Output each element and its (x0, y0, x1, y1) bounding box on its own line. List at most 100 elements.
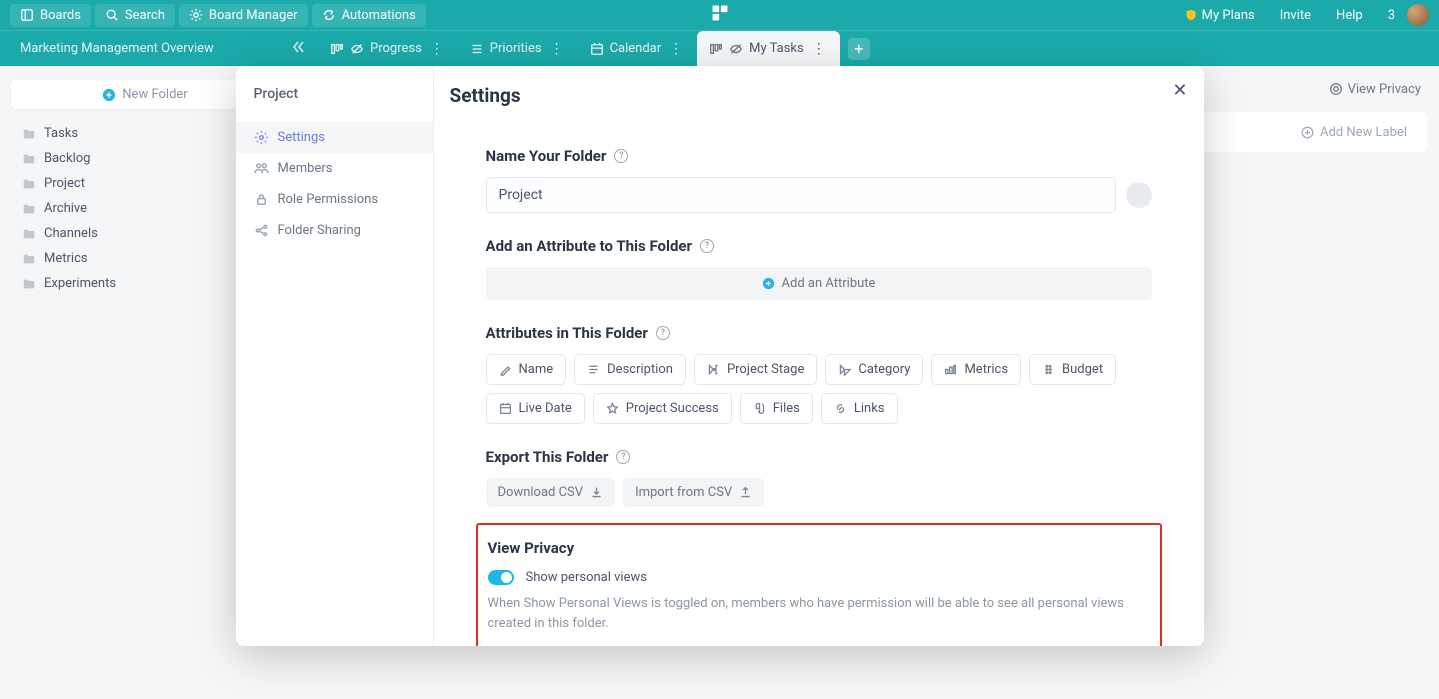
collapse-sidebar-icon[interactable] (290, 39, 306, 59)
lock-icon (254, 192, 269, 207)
section-add-attribute: Add an Attribute to This Folder ? Add an… (486, 237, 1152, 300)
view-privacy-label: View Privacy (1348, 82, 1421, 97)
search-icon (105, 8, 119, 22)
attr-label: Project Stage (727, 362, 804, 377)
attribute-chip[interactable]: Metrics (931, 354, 1021, 385)
tab-label: Calendar (610, 41, 662, 56)
folder-icon (22, 277, 36, 291)
tab-more-icon[interactable]: ⋮ (548, 41, 566, 57)
gear-icon (254, 130, 269, 145)
board-icon (709, 42, 723, 56)
attribute-chip[interactable]: Project Success (593, 393, 732, 424)
modal-content: Settings Name Your Folder ? A (434, 66, 1204, 646)
add-tab-button[interactable]: + (848, 38, 870, 60)
folder-label: Archive (44, 201, 87, 216)
attribute-chip[interactable]: Project Stage (694, 354, 817, 385)
download-csv-button[interactable]: Download CSV (486, 478, 616, 507)
board-manager-button[interactable]: Board Manager (179, 4, 308, 27)
nav-label: Members (278, 161, 333, 176)
plus-circle-icon (102, 88, 116, 102)
secondbar: Marketing Management Overview Progress ⋮… (0, 30, 1439, 66)
folder-name-input[interactable] (486, 177, 1116, 213)
modal-nav-folder-sharing[interactable]: Folder Sharing (236, 215, 433, 246)
attribute-chip[interactable]: Budget (1029, 354, 1116, 385)
folder-label: Project (44, 176, 85, 191)
tab-label: Priorities (490, 41, 542, 56)
boards-label: Boards (40, 8, 81, 23)
folder-label: Backlog (44, 151, 90, 166)
invite-button[interactable]: Invite (1267, 4, 1319, 27)
highlight-annotation: View Privacy Show personal views When Sh… (476, 523, 1162, 646)
attr-icon (753, 402, 766, 415)
folder-label: Metrics (44, 251, 88, 266)
folder-label: Experiments (44, 276, 116, 291)
section-view-privacy: View Privacy Show personal views When Sh… (488, 539, 1150, 633)
calendar-icon (590, 42, 604, 56)
section-title-text: Name Your Folder (486, 147, 607, 165)
add-attribute-button[interactable]: Add an Attribute (486, 267, 1152, 300)
my-plans-label: My Plans (1202, 8, 1255, 23)
tab-more-icon[interactable]: ⋮ (428, 41, 446, 57)
help-icon[interactable]: ? (656, 326, 670, 340)
nav-label: Folder Sharing (278, 223, 361, 238)
boards-button[interactable]: Boards (10, 4, 91, 27)
tab-calendar[interactable]: Calendar ⋮ (578, 31, 698, 67)
attr-label: Live Date (519, 401, 572, 416)
attribute-chip[interactable]: Name (486, 354, 567, 385)
list-icon (470, 42, 484, 56)
close-icon[interactable]: ✕ (1172, 80, 1187, 101)
toggle-label: Show personal views (525, 570, 646, 585)
search-button[interactable]: Search (95, 4, 175, 27)
help-icon[interactable]: ? (616, 450, 630, 464)
shield-icon (1185, 9, 1197, 21)
attr-icon (499, 363, 512, 376)
folder-icon (22, 177, 36, 191)
plus-circle-icon (762, 277, 775, 290)
invite-label: Invite (1280, 8, 1311, 23)
modal-nav-settings[interactable]: Settings (236, 122, 433, 153)
show-personal-views-toggle[interactable] (488, 570, 514, 585)
attribute-chip[interactable]: Category (825, 354, 923, 385)
attr-icon (838, 363, 851, 376)
help-icon[interactable]: ? (700, 239, 714, 253)
my-plans-button[interactable]: My Plans (1177, 4, 1263, 27)
help-button[interactable]: Help (1323, 4, 1371, 27)
folder-color-picker[interactable] (1126, 182, 1152, 208)
import-csv-button[interactable]: Import from CSV (623, 478, 764, 507)
attribute-chip[interactable]: Live Date (486, 393, 585, 424)
nav-label: Settings (278, 130, 325, 145)
attr-icon (499, 402, 512, 415)
folder-icon (22, 127, 36, 141)
avatar[interactable] (1407, 4, 1429, 26)
workspace-name: Marketing Management Overview (20, 41, 214, 56)
add-label-text: Add New Label (1320, 125, 1407, 140)
boards-icon (20, 8, 34, 22)
folder-icon (22, 227, 36, 241)
attr-label: Metrics (964, 362, 1008, 377)
add-attribute-label: Add an Attribute (782, 276, 876, 291)
folder-label: Channels (44, 226, 98, 241)
attribute-chip[interactable]: Description (574, 354, 686, 385)
tab-my-tasks[interactable]: My Tasks ⋮ (697, 31, 840, 67)
folder-icon (22, 152, 36, 166)
attribute-chip[interactable]: Links (821, 393, 898, 424)
folder-icon (22, 202, 36, 216)
tab-more-icon[interactable]: ⋮ (667, 41, 685, 57)
attr-label: Project Success (626, 401, 719, 416)
add-label-button[interactable]: Add New Label (1301, 125, 1407, 140)
tab-priorities[interactable]: Priorities ⋮ (458, 31, 578, 67)
attribute-chip[interactable]: Files (740, 393, 813, 424)
help-icon[interactable]: ? (614, 149, 628, 163)
notifications-button[interactable]: 3 (1375, 4, 1403, 27)
view-privacy-button[interactable]: View Privacy (1329, 82, 1421, 97)
modal-nav-role-permissions[interactable]: Role Permissions (236, 184, 433, 215)
tab-label: Progress (370, 41, 422, 56)
modal-sidebar: Project Settings Members Role Permission… (236, 66, 434, 646)
attr-label: Links (854, 401, 885, 416)
modal-nav-members[interactable]: Members (236, 153, 433, 184)
section-name-folder: Name Your Folder ? (486, 147, 1152, 213)
tab-more-icon[interactable]: ⋮ (810, 41, 828, 57)
tab-progress[interactable]: Progress ⋮ (318, 31, 458, 67)
attr-icon (1042, 363, 1055, 376)
attr-label: Files (773, 401, 800, 416)
